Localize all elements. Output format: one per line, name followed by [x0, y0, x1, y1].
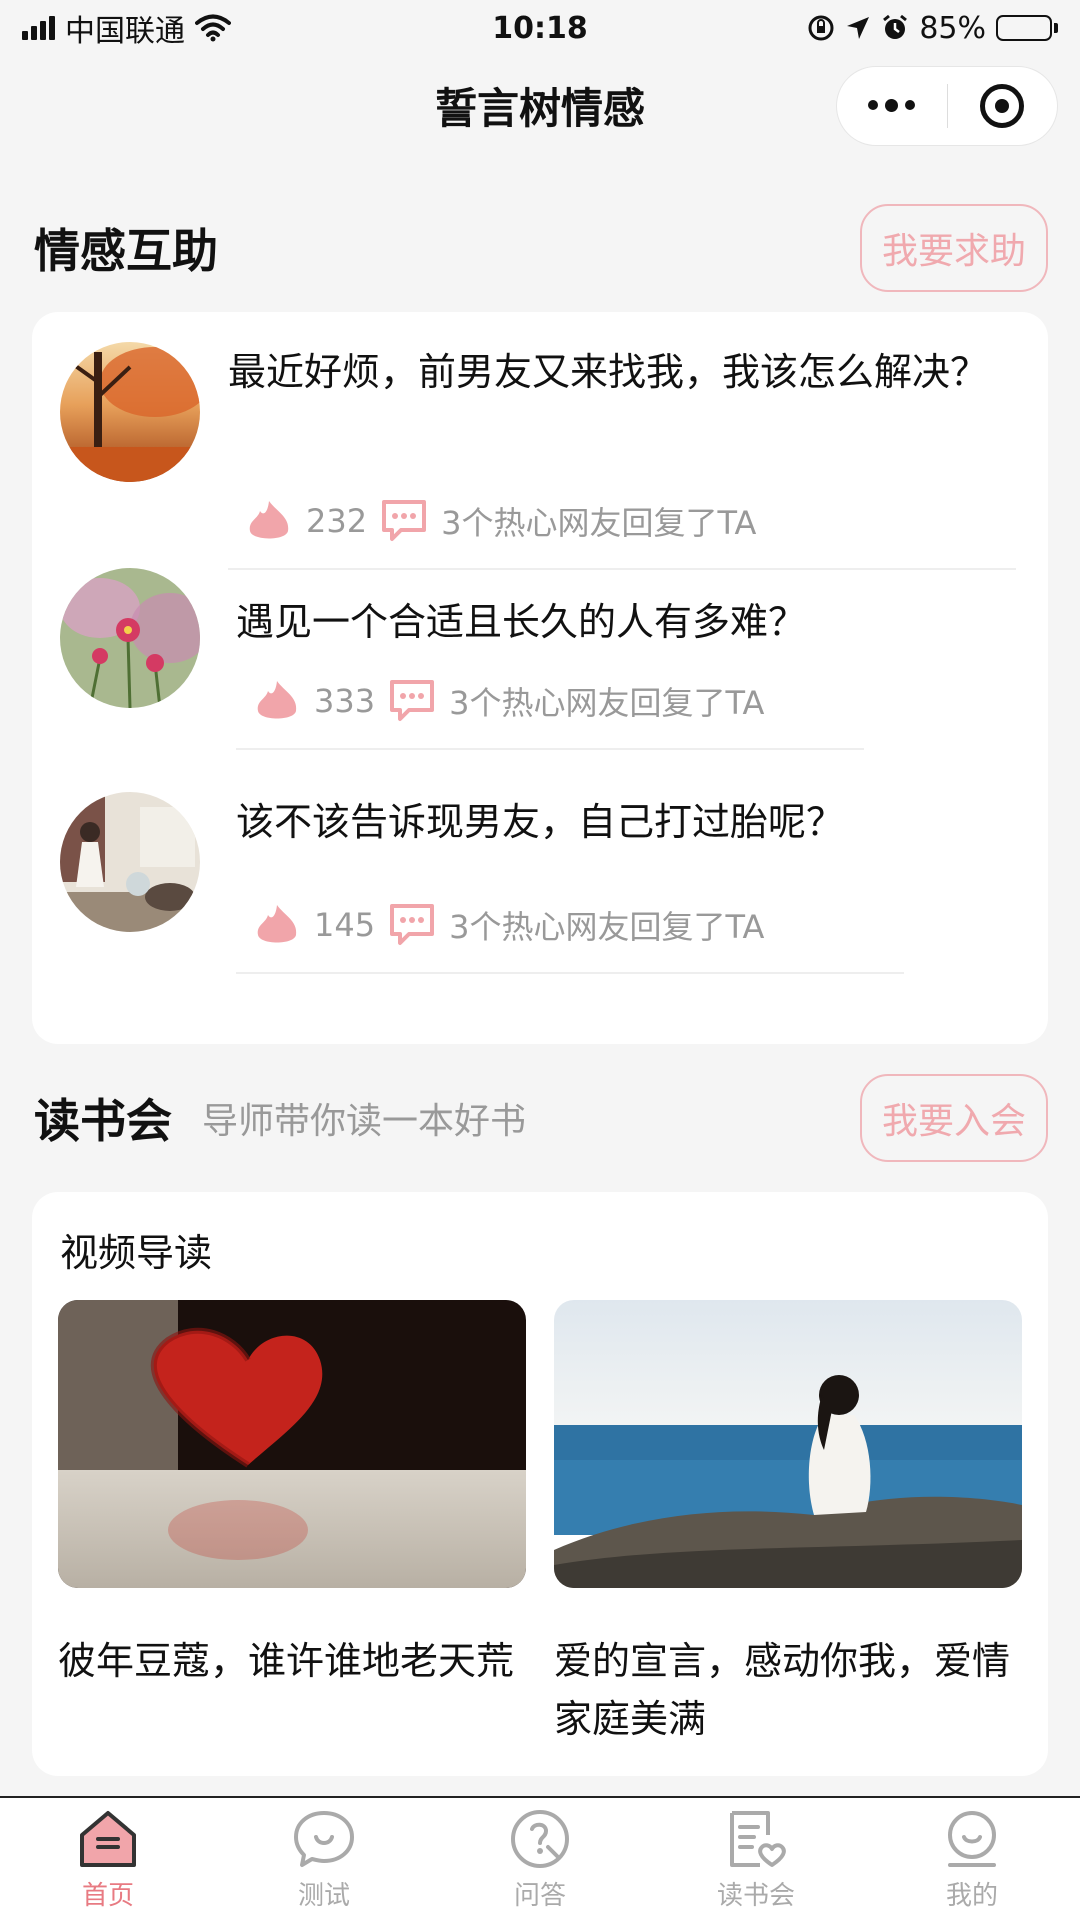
tab-label: 问答 [513, 1880, 566, 1911]
battery-icon [996, 15, 1058, 41]
comment-icon [390, 680, 435, 721]
alarm-icon [883, 14, 908, 39]
profile-icon [948, 1810, 996, 1867]
book-club-icon [730, 1810, 786, 1867]
tab-label: 我的 [945, 1880, 998, 1911]
signal-icon [22, 16, 55, 40]
location-icon [847, 17, 870, 39]
list-item[interactable]: 最近好烦，前男友又来找我，我该怎么解决？ 232 3个热心网友回复了TA [32, 312, 1048, 570]
like-icon [249, 501, 289, 539]
home-icon [80, 1810, 136, 1867]
girl-room-avatar [60, 792, 200, 932]
like-icon [257, 905, 297, 943]
video-card[interactable]: 爱的宣言，感动你我，爱情家庭美满 [554, 1300, 1022, 1748]
like-count: 232 [306, 502, 368, 540]
wifi-icon [195, 14, 231, 42]
help-section-title: 情感互助 [34, 224, 218, 278]
autumn-tree-avatar [60, 342, 200, 482]
tab-qa[interactable]: 问答 [460, 1807, 620, 1912]
ask-help-button[interactable]: 我要求助 [860, 204, 1048, 292]
close-target-icon [980, 84, 1025, 128]
more-button[interactable] [837, 67, 947, 145]
tab-test[interactable]: 测试 [244, 1807, 404, 1912]
close-button[interactable] [948, 67, 1058, 145]
carrier-label: 中国联通 [65, 14, 185, 49]
tab-label: 测试 [297, 1880, 350, 1911]
title-bar: 誓言树情感 [0, 62, 1080, 148]
red-heart-image [58, 1300, 526, 1588]
post-meta: 145 3个热心网友回复了TA [236, 902, 904, 974]
rotation-lock-icon [808, 15, 834, 41]
comment-icon [382, 500, 427, 541]
post-title: 该不该告诉现男友，自己打过胎呢？ [236, 800, 845, 844]
reply-summary: 3个热心网友回复了TA [449, 684, 765, 722]
video-card[interactable]: 彼年豆蔻，谁许谁地老天荒 [58, 1300, 526, 1690]
qa-icon [511, 1809, 569, 1868]
tab-label: 首页 [81, 1880, 134, 1911]
help-section-header: 情感互助 我要求助 [34, 198, 1048, 298]
bottom-tab-bar: 首页 测试 问答 读书会 我的 [0, 1796, 1080, 1920]
video-guide-label: 视频导读 [60, 1231, 213, 1275]
video-title: 彼年豆蔻，谁许谁地老天荒 [58, 1639, 515, 1683]
tab-profile[interactable]: 我的 [892, 1807, 1052, 1912]
girl-by-sea-image [554, 1300, 1022, 1588]
tab-home[interactable]: 首页 [28, 1807, 188, 1912]
reply-summary: 3个热心网友回复了TA [441, 504, 757, 542]
pink-flowers-avatar [60, 568, 200, 708]
book-club-subtitle: 导师带你读一本好书 [202, 1101, 527, 1142]
tab-book-club[interactable]: 读书会 [676, 1807, 836, 1912]
post-title: 最近好烦，前男友又来找我，我该怎么解决？ [228, 350, 989, 394]
status-bar: 中国联通 10:18 85% [0, 0, 1080, 56]
like-count: 333 [314, 682, 376, 720]
book-club-header: 读书会 导师带你读一本好书 我要入会 [34, 1068, 1048, 1168]
post-meta: 232 3个热心网友回复了TA [228, 498, 1016, 570]
list-item[interactable]: 遇见一个合适且长久的人有多难？ 333 3个热心网友回复了TA [32, 568, 1048, 792]
list-item[interactable]: 该不该告诉现男友，自己打过胎呢？ 145 3个热心网友回复了TA [32, 792, 1048, 1022]
reply-summary: 3个热心网友回复了TA [449, 908, 765, 946]
mini-program-capsule [836, 66, 1058, 146]
like-count: 145 [314, 906, 376, 944]
post-title: 遇见一个合适且长久的人有多难？ [236, 600, 807, 644]
join-club-button[interactable]: 我要入会 [860, 1074, 1048, 1162]
book-club-title: 读书会 [34, 1094, 172, 1148]
post-meta: 333 3个热心网友回复了TA [236, 678, 864, 750]
help-posts-card: 最近好烦，前男友又来找我，我该怎么解决？ 232 3个热心网友回复了TA 遇见一… [32, 312, 1048, 1044]
like-icon [257, 681, 297, 719]
book-club-card: 视频导读 彼年豆蔻，谁许谁地老天荒 爱的宣言，感动你我，爱情家庭美满 [32, 1192, 1048, 1776]
battery-percent: 85% [919, 10, 986, 46]
page-title: 誓言树情感 [434, 83, 645, 133]
test-icon [294, 1810, 354, 1867]
comment-icon [390, 904, 435, 945]
tab-label: 读书会 [716, 1880, 795, 1911]
more-dots-icon [868, 99, 916, 112]
video-title: 爱的宣言，感动你我，爱情家庭美满 [554, 1639, 1011, 1741]
